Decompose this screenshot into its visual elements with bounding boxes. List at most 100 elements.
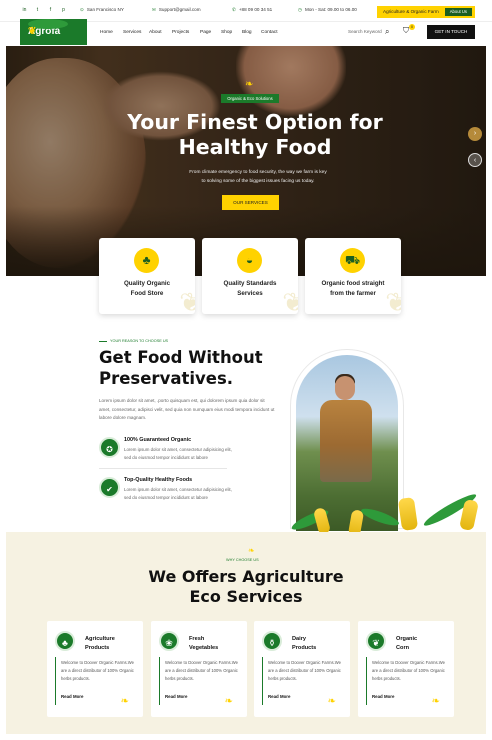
- divider: [99, 468, 227, 469]
- accent-line: [159, 657, 160, 705]
- service-title-line2: Products: [292, 645, 317, 651]
- accent-line: [55, 657, 56, 705]
- our-services-button[interactable]: OUR SERVICES: [222, 195, 279, 210]
- facebook-icon[interactable]: f: [46, 6, 55, 15]
- service-desc: Welcome to Doover Organic Farms.We are a…: [268, 660, 341, 681]
- hero-title-line2: Healthy Food: [178, 135, 332, 159]
- next-arrow-icon[interactable]: ›: [468, 127, 482, 141]
- twitter-icon[interactable]: t: [33, 6, 42, 15]
- service-title-line1: Agriculture: [85, 636, 115, 642]
- leaf-deco-icon: ❦: [282, 287, 298, 314]
- prev-arrow-icon[interactable]: ‹: [468, 153, 482, 167]
- feature-card[interactable]: ♣ Quality Organic Food Store ❦: [99, 238, 195, 314]
- mail-icon: ✉: [152, 7, 156, 12]
- read-more-link[interactable]: Read More: [268, 694, 290, 699]
- email-text[interactable]: Support@gmail.com: [159, 7, 201, 12]
- hero-badge: Organic & Eco Solutions: [221, 94, 279, 103]
- about-title-line1: Get Food Without: [99, 348, 263, 367]
- nav-item-about[interactable]: About: [149, 30, 162, 35]
- about-paragraph: Lorem ipsum dolor sit amet, .porto quisq…: [99, 398, 275, 421]
- milk-bottle-icon: ⚱: [262, 631, 282, 651]
- location-text: San Francisco NY: [86, 7, 124, 12]
- feature-label-line2: Services: [237, 290, 263, 297]
- corn-cob: [397, 497, 419, 531]
- promo-text: Agriculture & Organic Farm: [383, 9, 439, 14]
- hero-title: Your Finest Option for Healthy Food: [100, 110, 410, 160]
- service-title-line2: Products: [85, 645, 110, 651]
- feature-label: Quality Standards Services: [208, 279, 292, 299]
- feature-label-line1: Quality Organic: [123, 280, 171, 287]
- service-card[interactable]: ❀ Fresh Vegetables Welcome to Doover Org…: [151, 621, 247, 717]
- wheat-icon: ❧: [245, 79, 254, 90]
- read-more-link[interactable]: Read More: [61, 694, 83, 699]
- accent-line: [262, 657, 263, 705]
- leaf-deco-icon: ❦: [179, 287, 195, 314]
- promo-banner: Agriculture & Organic Farm About Us: [377, 6, 475, 18]
- feature-card[interactable]: ◒ Quality Standards Services ❦: [202, 238, 298, 314]
- feature-card[interactable]: ⛟ Organic food straight from the farmer …: [305, 238, 401, 314]
- nav-item-shop[interactable]: Shop: [221, 30, 232, 35]
- corn-icon: ❦: [366, 631, 386, 651]
- service-card[interactable]: ♣ Agriculture Products Welcome to Doover…: [47, 621, 143, 717]
- logo[interactable]: ❦ Agrofa: [20, 19, 87, 45]
- service-title-line1: Dairy: [292, 636, 306, 642]
- about-kicker: YOUR REASON TO CHOOSE US: [99, 339, 168, 343]
- hero-title-line1: Your Finest Option for: [127, 110, 383, 134]
- service-desc: Welcome to Doover Organic Farms.We are a…: [61, 660, 134, 681]
- apple-icon: ♣: [55, 631, 75, 651]
- about-us-button[interactable]: About Us: [444, 8, 472, 16]
- nav-item-contact[interactable]: Contact: [261, 30, 278, 35]
- get-in-touch-button[interactable]: GET IN TOUCH: [427, 25, 475, 39]
- services-title-line2: Eco Services: [189, 587, 303, 606]
- service-title: Fresh Vegetables: [189, 635, 243, 653]
- service-title: Agriculture Products: [85, 635, 139, 653]
- service-title-line2: Corn: [396, 645, 410, 651]
- search-icon[interactable]: ⌕: [385, 27, 389, 37]
- nav-item-blog[interactable]: Blog: [242, 30, 252, 35]
- about-title-line2: Preservatives.: [99, 369, 234, 388]
- location-info: ⊙ San Francisco NY: [80, 7, 124, 13]
- farmer-head: [335, 376, 355, 400]
- wheat-icon: ❧: [431, 696, 440, 707]
- phone-text[interactable]: +88 09 00 34 51: [239, 7, 272, 12]
- phone-icon: ✆: [232, 7, 236, 12]
- feature-label-line1: Quality Standards: [223, 280, 277, 287]
- service-title: Organic Corn: [396, 635, 450, 653]
- service-desc: Welcome to Doover Organic Farms.We are a…: [165, 660, 238, 681]
- point-desc: Lorem ipsum dolor sit amet, consectetur …: [124, 487, 232, 500]
- wheat-icon: ❧: [327, 696, 336, 707]
- search-input[interactable]: Search Keyword: [348, 29, 382, 34]
- clock-icon: ◷: [298, 7, 303, 12]
- location-pin-icon: ⊙: [80, 7, 84, 12]
- services-kicker: WHY CHOOSE US: [226, 558, 259, 562]
- linkedin-icon[interactable]: in: [20, 6, 29, 15]
- about-title: Get Food Without Preservatives.: [99, 347, 289, 389]
- tractor-icon: ⛟: [340, 248, 365, 273]
- farmer-figure: [320, 400, 372, 482]
- wheat-icon: ❧: [120, 696, 129, 707]
- read-more-link[interactable]: Read More: [372, 694, 394, 699]
- certified-badge-icon: ✪: [99, 437, 120, 458]
- feature-label-line2: Food Store: [130, 290, 164, 297]
- service-card[interactable]: ⚱ Dairy Products Welcome to Doover Organ…: [254, 621, 350, 717]
- email-info[interactable]: ✉ Support@gmail.com: [152, 7, 201, 13]
- leaf-deco-icon: ❦: [385, 287, 401, 314]
- service-card[interactable]: ❦ Organic Corn Welcome to Doover Organic…: [358, 621, 454, 717]
- feature-label: Organic food straight from the farmer: [311, 279, 395, 299]
- apple-icon: ♣: [134, 248, 159, 273]
- basket-icon: ◒: [237, 248, 262, 273]
- read-more-link[interactable]: Read More: [165, 694, 187, 699]
- point-desc: Lorem ipsum dolor sit amet, consectetur …: [124, 447, 232, 460]
- point-title: Top-Quality Healthy Foods: [124, 477, 193, 483]
- nav-item-page[interactable]: Page: [200, 30, 211, 35]
- hours-info: ◷ Mon - Sat: 09.00 to 06.00: [298, 7, 357, 13]
- hero-subtitle: From climate emergency to food security,…: [168, 168, 348, 186]
- service-title-line1: Fresh: [189, 636, 205, 642]
- point-title: 100% Guaranteed Organic: [124, 437, 192, 443]
- phone-info[interactable]: ✆ +88 09 00 34 51: [232, 7, 272, 13]
- nav-item-home[interactable]: Home: [100, 30, 113, 35]
- nav-item-projects[interactable]: Projects: [172, 30, 189, 35]
- pinterest-icon[interactable]: p: [59, 6, 68, 15]
- nav-item-services[interactable]: Services: [123, 30, 141, 35]
- vegetable-icon: ❀: [159, 631, 179, 651]
